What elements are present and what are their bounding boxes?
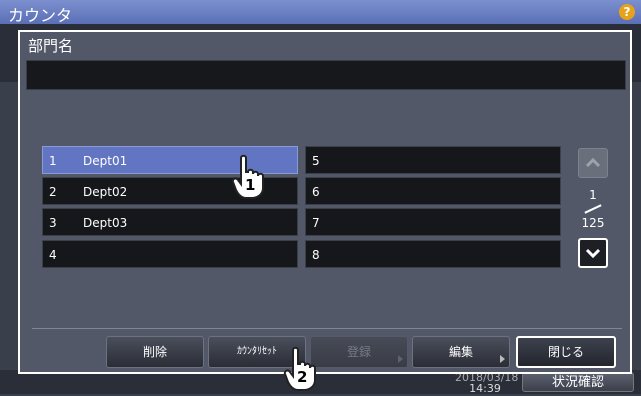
row-name: Dept03 <box>83 216 128 230</box>
scroll-down-button[interactable] <box>578 238 608 268</box>
department-name-field[interactable] <box>26 60 626 90</box>
scroll-up-button[interactable] <box>578 148 608 178</box>
list-item[interactable]: 6 <box>305 177 561 205</box>
page-current: 1 <box>589 188 597 202</box>
list-item[interactable]: 3 Dept03 <box>42 208 298 236</box>
row-number: 8 <box>312 248 320 262</box>
close-label: 閉じる <box>547 345 584 359</box>
row-number: 1 <box>49 154 57 168</box>
close-button[interactable]: 閉じる <box>516 336 616 368</box>
delete-button[interactable]: 削除 <box>106 336 204 368</box>
row-name: Dept01 <box>83 154 128 168</box>
dialog-title: 部門名 <box>28 37 74 55</box>
row-number: 2 <box>49 185 57 199</box>
callout-number: 2 <box>297 368 308 386</box>
help-icon[interactable]: ? <box>619 4 635 20</box>
edit-label: 編集 <box>448 345 473 359</box>
status-check-button[interactable]: 状況確認 <box>522 372 634 392</box>
row-name: Dept02 <box>83 185 128 199</box>
divider <box>32 328 622 329</box>
callout-hand-2: 2 <box>282 346 322 392</box>
row-number: 6 <box>312 185 320 199</box>
row-number: 3 <box>49 216 57 230</box>
row-number: 7 <box>312 216 320 230</box>
register-button[interactable]: 登録 <box>310 336 408 368</box>
row-number: 4 <box>49 248 57 262</box>
clock-time: 14:39 <box>469 382 501 395</box>
register-label: 登録 <box>346 345 371 359</box>
screen-titlebar: カウンタ ? <box>0 0 641 25</box>
page-separator <box>584 204 602 214</box>
screen-title: カウンタ <box>8 6 73 25</box>
row-number: 5 <box>312 154 320 168</box>
submenu-triangle-icon <box>500 355 505 363</box>
list-item[interactable]: 4 <box>42 240 298 268</box>
list-item[interactable]: 8 <box>305 240 561 268</box>
edit-button[interactable]: 編集 <box>412 336 510 368</box>
chevron-up-icon <box>585 157 601 168</box>
clock: 2018/03/18 14:39 <box>455 372 518 395</box>
list-item[interactable]: 7 <box>305 208 561 236</box>
page-total: 125 <box>581 216 605 230</box>
list-item[interactable]: 5 <box>305 146 561 174</box>
chevron-down-icon <box>585 248 601 259</box>
callout-number: 1 <box>245 176 256 194</box>
counter-reset-label: ｶｳﾝﾀﾘｾｯﾄ <box>237 346 277 357</box>
submenu-triangle-icon <box>398 355 403 363</box>
department-name-dialog: 部門名 1 Dept01 2 Dept02 3 Dept03 4 5 6 7 8… <box>18 30 632 374</box>
callout-hand-1: 1 <box>230 154 270 200</box>
delete-label: 削除 <box>142 345 167 359</box>
